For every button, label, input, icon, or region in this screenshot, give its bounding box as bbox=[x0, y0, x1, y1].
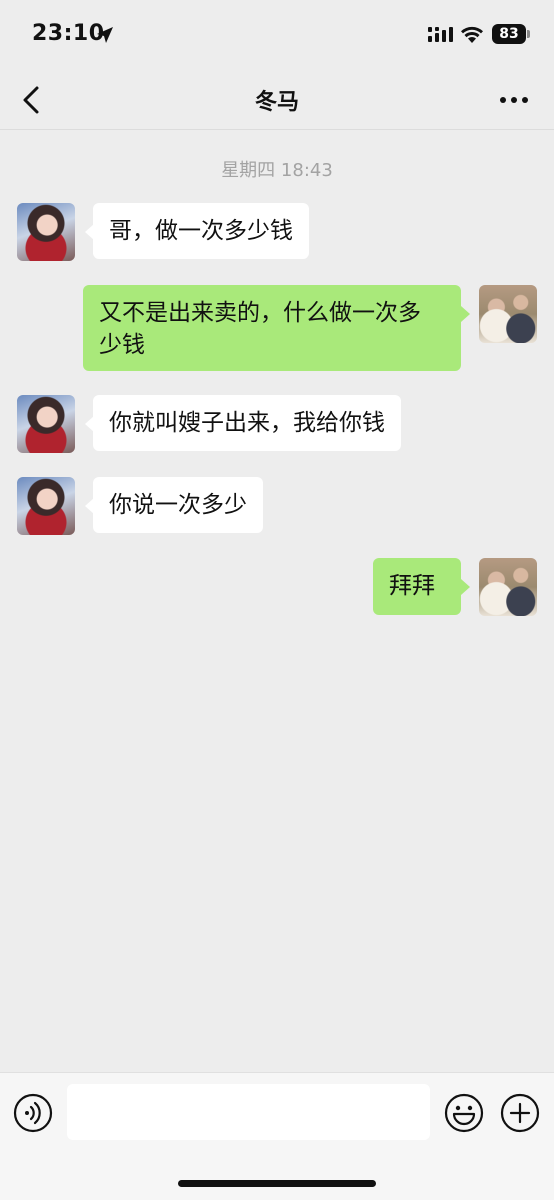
home-indicator[interactable] bbox=[178, 1180, 376, 1187]
plus-icon[interactable] bbox=[500, 1093, 540, 1133]
cellular-signal-icon bbox=[428, 27, 453, 42]
bubble-tail bbox=[461, 306, 470, 322]
chat-header: 冬马 bbox=[0, 70, 554, 130]
more-dots-icon[interactable] bbox=[498, 92, 530, 108]
battery-cap bbox=[527, 30, 530, 38]
message-bubble-outgoing[interactable]: 拜拜 bbox=[373, 558, 461, 615]
emoji-icon[interactable] bbox=[444, 1093, 484, 1133]
wifi-icon bbox=[461, 26, 483, 43]
voice-icon[interactable] bbox=[13, 1093, 53, 1133]
location-arrow-icon bbox=[97, 27, 113, 43]
message-bubble-incoming[interactable]: 哥，做一次多少钱 bbox=[93, 203, 309, 259]
status-bar: 23:10 83 bbox=[0, 0, 554, 70]
my-avatar[interactable] bbox=[479, 558, 537, 616]
message-input[interactable] bbox=[67, 1084, 430, 1140]
message-bubble-incoming[interactable]: 你就叫嫂子出来，我给你钱 bbox=[93, 395, 401, 451]
my-avatar[interactable] bbox=[479, 285, 537, 343]
message-bubble-incoming[interactable]: 你说一次多少 bbox=[93, 477, 263, 533]
bubble-tail bbox=[461, 579, 470, 595]
contact-avatar[interactable] bbox=[17, 395, 75, 453]
status-time: 23:10 bbox=[32, 21, 105, 46]
message-bubble-outgoing[interactable]: 又不是出来卖的，什么做一次多 少钱 bbox=[83, 285, 461, 371]
battery-indicator: 83 bbox=[492, 24, 526, 44]
contact-avatar[interactable] bbox=[17, 203, 75, 261]
chat-title: 冬马 bbox=[254, 90, 299, 115]
contact-avatar[interactable] bbox=[17, 477, 75, 535]
message-timestamp: 星期四 18:43 bbox=[221, 160, 333, 181]
